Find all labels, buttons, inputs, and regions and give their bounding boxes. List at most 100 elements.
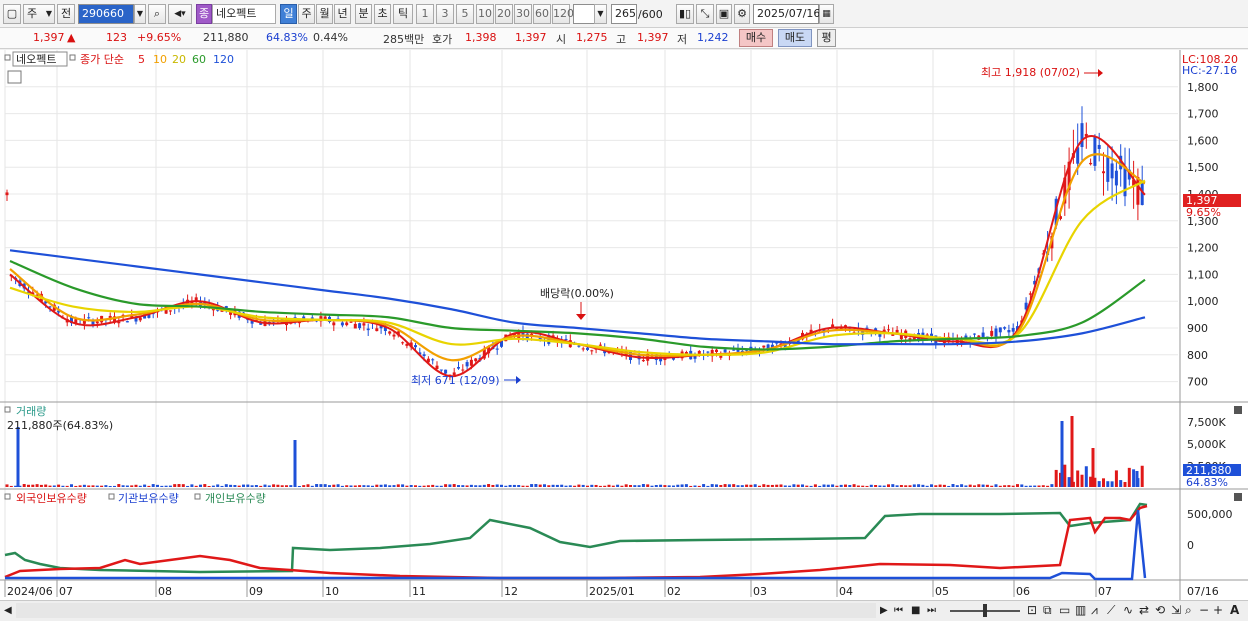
save-icon[interactable]: ▣ — [716, 4, 732, 24]
volume-bar — [125, 485, 129, 487]
volume-bar — [594, 484, 598, 487]
interval-60[interactable]: 60 — [533, 4, 551, 24]
sell-button[interactable]: 매도 — [778, 29, 812, 47]
window-icon[interactable]: ▭ — [1059, 603, 1070, 617]
line-chart-icon[interactable]: ⩘ — [1091, 603, 1098, 617]
volume-bar — [611, 485, 615, 487]
volume-bar — [220, 485, 224, 487]
volume-bar — [1041, 485, 1045, 487]
volume-bar — [882, 485, 886, 487]
export-icon[interactable]: ⇲ — [1171, 603, 1181, 617]
candle-body — [340, 322, 344, 326]
volume-bar — [826, 484, 830, 487]
scroll-bar[interactable]: ◀ ▶ ⏮ ■ ⏭ ⊡ ⧉ ▭ ▥ ⩘ ⟋ ∿ ⇄ ⟲ ⇲ ⌕ − + A — [0, 600, 1248, 621]
volume-bar — [1076, 470, 1080, 487]
volume-spike-bar — [1070, 416, 1074, 487]
scroll-track[interactable] — [16, 603, 876, 618]
period-day-tab[interactable]: 일 — [280, 4, 297, 24]
forward-icon[interactable]: ⏭ — [927, 604, 936, 618]
magnifier-icon[interactable]: ⌕ — [1185, 603, 1192, 617]
volume-panel-close-icon[interactable] — [1234, 406, 1242, 414]
quote-bar: 1,397 ▲ 123 +9.65% 211,880 64.83% 0.44% … — [0, 28, 1248, 49]
period-second-tab[interactable]: 초 — [374, 4, 391, 24]
gear-icon[interactable]: ⚙ — [734, 4, 750, 24]
stock-name-field[interactable]: 네오펙트 — [212, 4, 276, 24]
volume-bar — [1097, 481, 1101, 487]
window-menu-icon[interactable]: ▢ — [3, 4, 21, 24]
volume-bar — [289, 485, 293, 487]
interval-dropdown-icon[interactable]: ▼ — [594, 4, 607, 24]
interval-30[interactable]: 30 — [514, 4, 532, 24]
stock-code-input[interactable]: 290660 — [78, 4, 134, 24]
trend-icon[interactable]: ⟋ — [1107, 603, 1115, 617]
code-dropdown-icon[interactable]: ▼ — [134, 4, 146, 24]
holding-panel-close-icon[interactable] — [1234, 493, 1242, 501]
prev-button[interactable]: 전 — [57, 4, 75, 24]
volume-bar — [396, 484, 400, 487]
wave-icon[interactable]: ∿ — [1123, 603, 1133, 617]
interval-20[interactable]: 20 — [495, 4, 513, 24]
indicator-icon[interactable]: ⤡ — [696, 4, 714, 24]
market-label: 주 — [27, 7, 38, 20]
rewind-icon[interactable]: ⏮ — [894, 604, 903, 618]
avg-button[interactable]: 평 — [817, 29, 836, 47]
holding-legend-individual: 개인보유수량 — [205, 492, 266, 505]
volume-bar — [706, 485, 710, 487]
interval-3[interactable]: 3 — [436, 4, 454, 24]
market-select[interactable]: 주 ▼ — [23, 4, 55, 24]
volume-bar — [1114, 470, 1118, 487]
volume-bar — [297, 485, 301, 487]
volume-bar — [259, 485, 263, 487]
volume-bar — [82, 484, 86, 487]
interval-10[interactable]: 10 — [476, 4, 494, 24]
font-size-icon[interactable]: A — [1230, 603, 1239, 617]
search-icon[interactable]: ⌕ — [148, 4, 166, 24]
calendar-icon[interactable]: ▦ — [819, 4, 834, 24]
period-year-tab[interactable]: 년 — [334, 4, 351, 24]
interval-5[interactable]: 5 — [456, 4, 474, 24]
bar-chart-icon[interactable]: ▥ — [1075, 603, 1086, 617]
stock-chart-svg[interactable]: 1,8001,7001,6001,5001,4001,3001,2001,100… — [0, 50, 1248, 600]
candle-body — [598, 344, 602, 346]
scroll-left-icon[interactable]: ◀ — [4, 604, 12, 618]
period-tick-tab[interactable]: 틱 — [393, 4, 413, 24]
period-minute-tab[interactable]: 분 — [355, 4, 372, 24]
zoom-out-icon[interactable]: − — [1199, 603, 1209, 617]
volume-bar — [61, 485, 65, 487]
rotate-icon[interactable]: ⟲ — [1155, 603, 1165, 617]
top-toolbar: ▢ 주 ▼ 전 290660 ▼ ⌕ ◀▾ 종 네오펙트 일 주 월 년 분 초 … — [0, 0, 1248, 28]
chart-area[interactable]: 1,8001,7001,6001,5001,4001,3001,2001,100… — [0, 50, 1248, 600]
date-input[interactable]: 2025/07/16 — [753, 4, 820, 24]
grid-toggle-icon[interactable] — [7, 70, 22, 84]
holding-legend-institution: 기관보유수량 — [118, 492, 179, 505]
speaker-icon[interactable]: ◀▾ — [168, 4, 192, 24]
zoom-in-icon[interactable]: + — [1213, 603, 1223, 617]
volume-bar — [121, 485, 125, 487]
volume-bar — [280, 485, 284, 487]
period-week-tab[interactable]: 주 — [298, 4, 315, 24]
volume-bar — [1046, 485, 1050, 487]
period-month-tab[interactable]: 월 — [316, 4, 333, 24]
copy-icon[interactable]: ⧉ — [1043, 603, 1052, 617]
buy-button[interactable]: 매수 — [739, 29, 773, 47]
bar-count-input[interactable]: 265 — [611, 4, 637, 24]
volume-bar — [358, 485, 362, 487]
x-tick-label: 07 — [59, 585, 73, 598]
compare-icon[interactable]: ⇄ — [1139, 603, 1149, 617]
zoom-slider-handle[interactable] — [983, 604, 987, 617]
layout-icon[interactable]: ⊡ — [1027, 603, 1037, 617]
stop-icon[interactable]: ■ — [911, 604, 920, 618]
volume-bar — [310, 485, 314, 487]
interval-120[interactable]: 120 — [552, 4, 574, 24]
volume-bar — [233, 485, 237, 487]
scroll-right-icon[interactable]: ▶ — [880, 604, 888, 618]
volume-bar — [762, 484, 766, 487]
volume-ratio: 64.83% — [266, 31, 308, 44]
volume-bar — [418, 485, 422, 487]
candle-body — [349, 321, 353, 323]
volume-bar — [663, 485, 667, 487]
interval-1[interactable]: 1 — [416, 4, 434, 24]
volume-bar — [895, 485, 899, 487]
candle-type-icon[interactable]: ▮▯ — [676, 4, 694, 24]
volume-bar — [207, 485, 211, 487]
